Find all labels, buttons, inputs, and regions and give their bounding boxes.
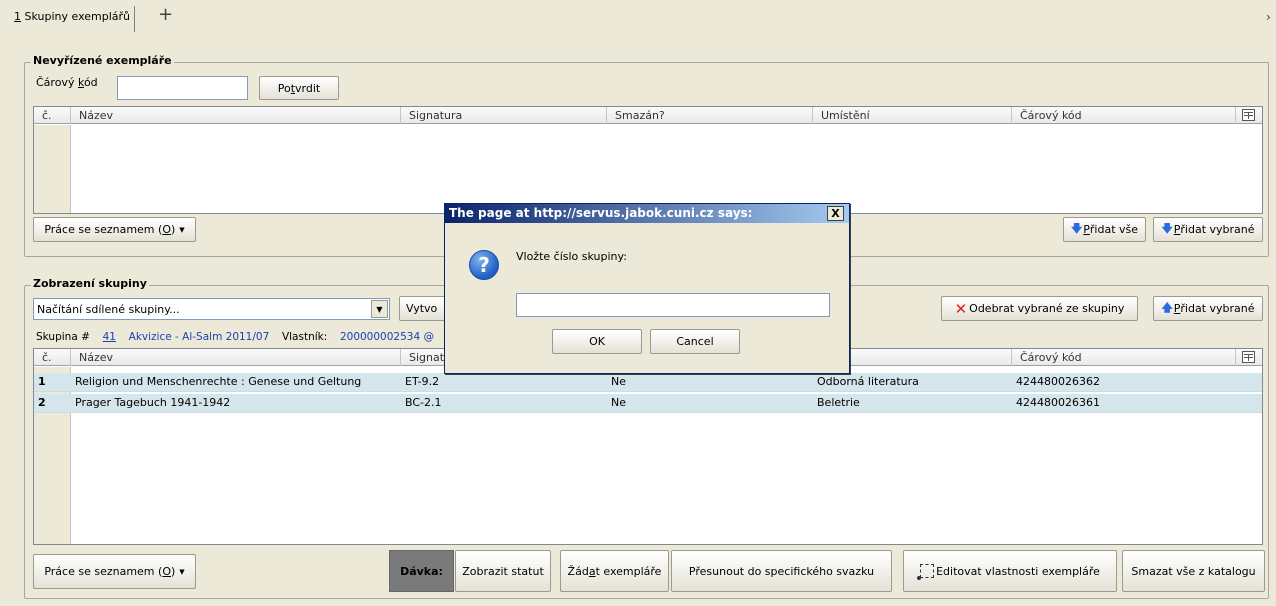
pending-items-table: č. Název Signatura Smazán? Umístění Čáro… — [33, 106, 1263, 214]
arrow-down-icon: 🡇 — [1161, 222, 1173, 235]
tab-label: Skupiny exemplářů — [21, 10, 131, 23]
edit-properties-icon — [917, 564, 935, 580]
group-select-value: Načítání sdílené skupiny... — [37, 303, 180, 316]
add-selected-group-button[interactable]: 🡅 Přidat vybrané — [1153, 296, 1263, 321]
batch-label: Dávka: — [389, 550, 454, 592]
row-title: Religion und Menschenrechte : Genese und… — [75, 375, 362, 388]
group-items-table: č. Název Signat šní Čárový kód 1 Religio… — [33, 348, 1263, 545]
col-barcode[interactable]: Čárový kód — [1012, 349, 1236, 366]
dropdown-arrow-icon: ▼ — [179, 225, 185, 234]
col-number[interactable]: č. — [34, 349, 71, 366]
owner-label: Vlastník: — [281, 331, 328, 343]
tab-skupiny-exemplaru[interactable]: 1 Skupiny exemplářů — [10, 6, 136, 32]
ok-button[interactable]: OK — [552, 329, 642, 354]
show-status-button[interactable]: Zobrazit statut — [455, 550, 551, 592]
dialog-message: Vložte číslo skupiny: — [516, 250, 627, 263]
col-number[interactable]: č. — [34, 107, 71, 124]
row-deleted: Ne — [611, 396, 626, 409]
dialog-title: The page at http://servus.jabok.cuni.cz … — [445, 204, 849, 223]
row-deleted: Ne — [611, 375, 626, 388]
column-chooser-icon[interactable] — [1242, 109, 1255, 121]
arrow-up-icon: 🡅 — [1161, 301, 1173, 314]
row-location: Odborná literatura — [817, 375, 919, 388]
row-barcode: 424480026362 — [1016, 375, 1100, 388]
pending-list-menu-button[interactable]: Práce se seznamem (O) ▼ — [33, 217, 196, 242]
add-all-button[interactable]: 🡇 Přidat vše — [1063, 217, 1146, 242]
add-selected-pending-button[interactable]: 🡇 Přidat vybrané — [1153, 217, 1263, 242]
edit-item-properties-button[interactable]: Editovat vlastnosti exempláře — [903, 550, 1117, 592]
pending-row-header-column — [34, 125, 71, 213]
row-barcode: 424480026361 — [1016, 396, 1100, 409]
dropdown-arrow-icon: ▼ — [179, 567, 185, 576]
question-icon: ? — [469, 250, 499, 280]
arrow-down-icon: 🡇 — [1070, 222, 1083, 235]
tab-bar: 1 Skupiny exemplářů + › — [0, 0, 1276, 36]
red-x-icon: ✕ — [954, 299, 968, 318]
confirm-button[interactable]: Po t vrdit — [259, 76, 339, 100]
cancel-button[interactable]: Cancel — [650, 329, 740, 354]
col-title[interactable]: Název — [71, 107, 401, 124]
row-signature: BC-2.1 — [405, 396, 442, 409]
tab-number: 1 — [14, 10, 21, 23]
col-location[interactable]: Umístění — [813, 107, 1012, 124]
col-barcode[interactable]: Čárový kód — [1012, 107, 1236, 124]
table-row[interactable]: 2 Prager Tagebuch 1941-1942 BC-2.1 Ne Be… — [34, 394, 1262, 413]
remove-selected-from-group-button[interactable]: ✕ Odebrat vybrané ze skupiny — [941, 296, 1138, 321]
dialog-input[interactable] — [516, 293, 830, 317]
row-signature: ET-9.2 — [405, 375, 440, 388]
prompt-dialog: The page at http://servus.jabok.cuni.cz … — [444, 203, 850, 374]
table-row[interactable]: 1 Religion und Menschenrechte : Genese u… — [34, 373, 1262, 392]
row-location: Beletrie — [817, 396, 860, 409]
row-title: Prager Tagebuch 1941-1942 — [75, 396, 231, 409]
group-display-legend: Zobrazení skupiny — [31, 277, 149, 290]
chevron-down-icon[interactable]: ▼ — [371, 300, 388, 318]
delete-all-from-catalog-button[interactable]: Smazat vše z katalogu — [1122, 550, 1265, 592]
group-info-line: Skupina # 41 Akvizice - Al-Salm 2011/07 … — [36, 331, 434, 343]
close-icon[interactable]: X — [827, 206, 844, 221]
tab-scroll-icon[interactable]: › — [1266, 10, 1271, 24]
add-tab-icon[interactable]: + — [158, 4, 173, 25]
pending-items-legend: Nevyřízené exempláře — [31, 54, 174, 67]
barcode-input[interactable] — [117, 76, 248, 100]
row-number: 1 — [38, 375, 46, 388]
move-to-volume-button[interactable]: Přesunout do specifického svazku — [671, 550, 892, 592]
group-number-label: Skupina # — [36, 331, 90, 343]
barcode-label: Čárový kód — [36, 76, 98, 89]
group-number-link[interactable]: 41 — [103, 331, 116, 343]
col-deleted[interactable]: Smazán? — [607, 107, 813, 124]
group-select[interactable]: Načítání sdílené skupiny... ▼ — [33, 298, 390, 320]
request-items-button[interactable]: Žád a t exempláře — [560, 550, 669, 592]
group-list-menu-button[interactable]: Práce se seznamem (O) ▼ — [33, 554, 196, 589]
col-title[interactable]: Název — [71, 349, 401, 366]
owner-link[interactable]: 200000002534 @ — [340, 331, 434, 343]
pending-table-header: č. Název Signatura Smazán? Umístění Čáro… — [34, 107, 1262, 124]
column-chooser-icon[interactable] — [1242, 351, 1255, 363]
group-name-link[interactable]: Akvizice - Al-Salm 2011/07 — [129, 331, 270, 343]
row-number: 2 — [38, 396, 46, 409]
col-signature[interactable]: Signatura — [401, 107, 607, 124]
